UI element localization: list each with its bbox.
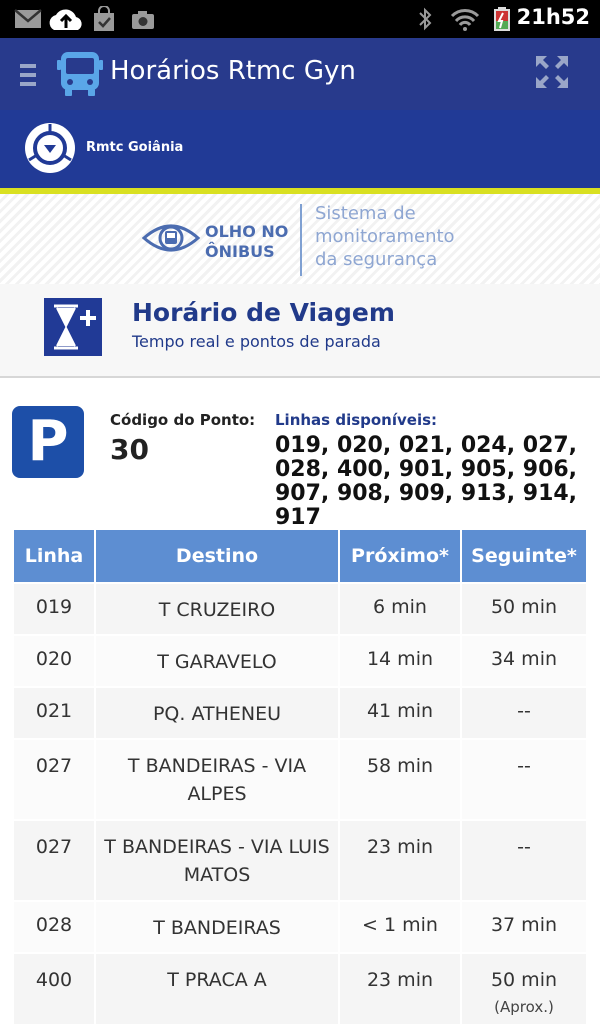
cell-destino: T BANDEIRAS - VIA ALPES — [96, 738, 338, 819]
cell-seguinte: 37 min — [462, 900, 586, 952]
eye-bus-icon — [142, 224, 200, 252]
schedule-table: Linha Destino Próximo* Seguinte* 019 T C… — [12, 530, 588, 1024]
cell-seguinte: 34 min — [462, 634, 586, 686]
cell-linha: 021 — [14, 686, 94, 738]
section-header: Horário de Viagem Tempo real e pontos de… — [0, 284, 600, 378]
banner-divider — [300, 204, 302, 276]
cell-linha: 019 — [14, 582, 94, 634]
header-linha[interactable]: Linha — [14, 530, 94, 582]
cell-seguinte: -- — [462, 738, 586, 819]
cell-destino: T PRACA A — [96, 952, 338, 1024]
upload-icon — [49, 9, 82, 30]
bluetooth-icon — [419, 7, 432, 31]
olho-line1: OLHO NO — [205, 222, 289, 241]
cell-proximo: 58 min — [340, 738, 460, 819]
cell-proximo: < 1 min — [340, 900, 460, 952]
cell-proximo: 6 min — [340, 582, 460, 634]
section-subtitle: Tempo real e pontos de parada — [132, 332, 381, 351]
hourglass-plus-icon — [44, 298, 102, 356]
brand-band: Rmtc Goiânia — [0, 110, 600, 188]
table-row[interactable]: 028 T BANDEIRAS < 1 min 37 min — [14, 900, 586, 952]
cell-seguinte: -- — [462, 686, 586, 738]
cell-seguinte: 50 min — [462, 582, 586, 634]
cell-linha: 020 — [14, 634, 94, 686]
banner-subtitle: Sistema de monitoramento da segurança — [315, 202, 485, 271]
cell-proximo: 41 min — [340, 686, 460, 738]
cell-seguinte-value: 50 min — [490, 969, 558, 991]
cell-destino: T BANDEIRAS - VIA LUIS MATOS — [96, 819, 338, 900]
stop-code-label: Código do Ponto: — [110, 411, 256, 429]
table-row[interactable]: 020 T GARAVELO 14 min 34 min — [14, 634, 586, 686]
status-bar: 21h52 — [0, 0, 600, 38]
cell-proximo: 14 min — [340, 634, 460, 686]
cell-destino: T BANDEIRAS — [96, 900, 338, 952]
table-row[interactable]: 400 T PRACA A 23 min 50 min (Aprox.) — [14, 952, 586, 1024]
section-title: Horário de Viagem — [132, 298, 395, 327]
header-seguinte[interactable]: Seguinte* — [462, 530, 586, 582]
stop-code-value: 30 — [110, 433, 149, 466]
parking-icon: P — [12, 406, 84, 478]
available-lines-label: Linhas disponíveis: — [275, 411, 438, 429]
brand-name: Rmtc Goiânia — [86, 140, 184, 155]
gmail-icon — [14, 9, 42, 28]
cell-linha: 400 — [14, 952, 94, 1024]
banner-subtitle-line3: da segurança — [315, 249, 438, 270]
table-row[interactable]: 027 T BANDEIRAS - VIA ALPES 58 min -- — [14, 738, 586, 819]
market-icon — [94, 6, 114, 31]
cell-linha: 028 — [14, 900, 94, 952]
wifi-icon — [450, 9, 480, 31]
cell-destino: T CRUZEIRO — [96, 582, 338, 634]
banner-subtitle-line2: monitoramento — [315, 226, 455, 247]
cell-proximo: 23 min — [340, 819, 460, 900]
fullscreen-icon[interactable] — [534, 54, 570, 90]
cell-seguinte: 50 min (Aprox.) — [462, 952, 586, 1024]
table-row[interactable]: 021 PQ. ATHENEU 41 min -- — [14, 686, 586, 738]
header-proximo[interactable]: Próximo* — [340, 530, 460, 582]
app-bar: Horários Rtmc Gyn — [0, 38, 600, 110]
header-destino[interactable]: Destino — [96, 530, 338, 582]
clock: 21h52 — [516, 5, 590, 29]
app-title: Horários Rtmc Gyn — [110, 56, 356, 86]
cell-seguinte: -- — [462, 819, 586, 900]
available-lines-value: 019, 020, 021, 024, 027, 028, 400, 901, … — [275, 433, 578, 530]
rmtc-logo-icon — [25, 123, 75, 173]
banner-subtitle-line1: Sistema de — [315, 203, 416, 224]
cell-destino: T GARAVELO — [96, 634, 338, 686]
cell-linha: 027 — [14, 738, 94, 819]
olho-line2: ÔNIBUS — [205, 242, 275, 261]
table-row[interactable]: 027 T BANDEIRAS - VIA LUIS MATOS 23 min … — [14, 819, 586, 900]
camera-icon — [132, 11, 154, 29]
table-row[interactable]: 019 T CRUZEIRO 6 min 50 min — [14, 582, 586, 634]
table-header-row: Linha Destino Próximo* Seguinte* — [14, 530, 586, 582]
cell-proximo: 23 min — [340, 952, 460, 1024]
approx-note: (Aprox.) — [494, 998, 554, 1016]
bus-icon[interactable] — [55, 50, 105, 98]
cell-linha: 027 — [14, 819, 94, 900]
menu-icon[interactable] — [20, 64, 36, 86]
battery-icon — [494, 7, 510, 31]
cell-destino: PQ. ATHENEU — [96, 686, 338, 738]
olho-no-onibus-banner[interactable]: OLHO NO ÔNIBUS Sistema de monitoramento … — [0, 194, 600, 284]
